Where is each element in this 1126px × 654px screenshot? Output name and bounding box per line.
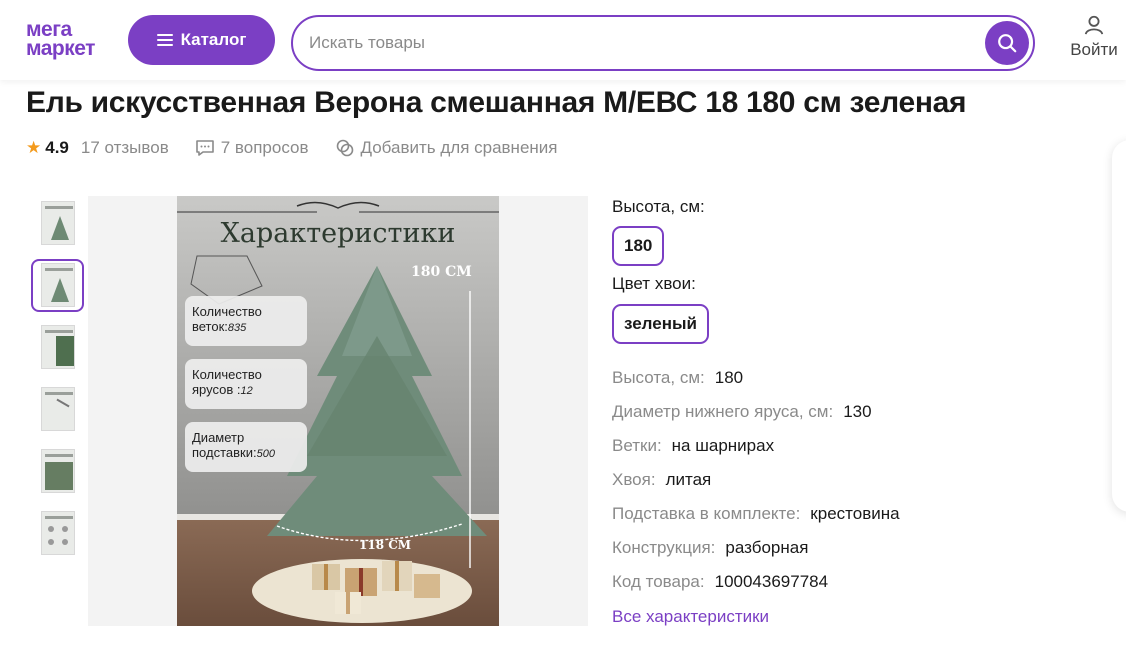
compare-link[interactable]: Добавить для сравнения: [335, 138, 558, 158]
height-option-chip[interactable]: 180: [612, 226, 665, 266]
product-meta-row: ★ 4.9 17 отзывов 7 вопросов Добавить для…: [26, 137, 558, 159]
image-card-tiers: Количество ярусов :12: [192, 367, 262, 397]
login-button[interactable]: Войти: [1064, 14, 1124, 60]
catalog-label: Каталог: [180, 30, 247, 49]
search-bar: [291, 15, 1035, 71]
tree-illustration: [177, 196, 499, 626]
compare-label: Добавить для сравнения: [360, 138, 558, 157]
login-label: Войти: [1070, 40, 1118, 59]
catalog-button[interactable]: Каталог: [128, 15, 275, 65]
search-icon: [998, 34, 1017, 53]
user-icon: [1084, 15, 1104, 35]
logo[interactable]: мега маркет: [26, 19, 118, 60]
thumbnail-4[interactable]: [41, 387, 75, 431]
height-option-label: Высота, см:: [612, 197, 705, 216]
spec-row: Ветки: на шарнирах: [612, 436, 775, 455]
star-icon: ★: [26, 138, 42, 157]
thumbnail-3[interactable]: [41, 325, 75, 369]
spec-row: Высота, см: 180: [612, 368, 744, 387]
spec-row: Конструкция: разборная: [612, 538, 809, 557]
color-option-label: Цвет хвои:: [612, 274, 696, 293]
search-input[interactable]: [309, 29, 989, 57]
all-specs-link[interactable]: Все характеристики: [612, 607, 769, 627]
thumbnail-6[interactable]: [41, 511, 75, 555]
spec-row: Код товара: 100043697784: [612, 572, 829, 591]
logo-line-2: маркет: [26, 37, 95, 60]
image-base-tag: 118 СМ: [359, 538, 412, 552]
site-header: мега маркет Каталог Войти: [0, 0, 1126, 80]
spec-row: Подставка в комплекте: крестовина: [612, 504, 900, 523]
rating-value: 4.9: [45, 138, 69, 157]
thumbnail-2[interactable]: [41, 263, 75, 307]
purchase-side-panel: [1112, 140, 1126, 512]
search-button[interactable]: [985, 21, 1029, 65]
product-title: Ель искусственная Верона смешанная М/ЕВС…: [26, 86, 967, 119]
compare-icon: [336, 139, 353, 157]
image-height-tag: 180 СМ: [411, 264, 472, 280]
chat-icon: [195, 140, 214, 156]
questions-link[interactable]: 7 вопросов: [195, 138, 309, 158]
questions-label: 7 вопросов: [220, 138, 309, 157]
spec-row: Диаметр нижнего яруса, см: 130: [612, 402, 872, 421]
spec-row: Хвоя: литая: [612, 470, 712, 489]
image-card-branches: Количество веток:835: [192, 304, 262, 334]
image-heading: Характеристики: [220, 218, 456, 249]
reviews-link[interactable]: 17 отзывов: [81, 138, 169, 158]
product-image[interactable]: Характеристики 180 СМ 118 СМ Количество …: [177, 196, 499, 626]
menu-icon: [156, 34, 173, 46]
thumbnail-1[interactable]: [41, 201, 75, 245]
color-option-chip[interactable]: зеленый: [612, 304, 709, 344]
thumbnail-5[interactable]: [41, 449, 75, 493]
image-card-stand: Диаметр подставки:500: [192, 430, 275, 460]
